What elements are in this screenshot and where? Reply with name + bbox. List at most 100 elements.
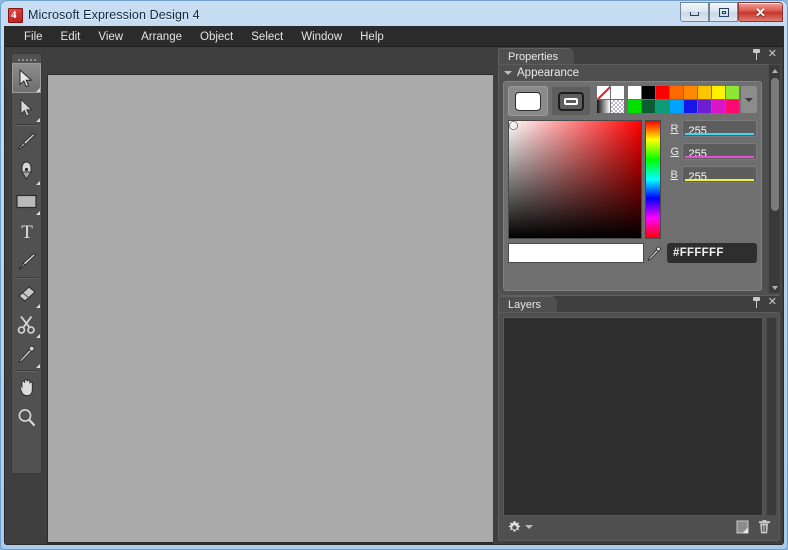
g-input[interactable]: 255 <box>682 143 757 160</box>
swatch-checker[interactable] <box>611 100 624 113</box>
b-input[interactable]: 255 <box>682 166 757 183</box>
blend-tool[interactable] <box>12 246 41 276</box>
properties-scrollbar[interactable] <box>768 64 781 294</box>
properties-panel: Properties ✕ Appearance <box>495 48 783 296</box>
color-swatch-1[interactable] <box>628 100 641 113</box>
color-swatch-15[interactable] <box>726 100 739 113</box>
close-icon[interactable]: ✕ <box>768 297 777 308</box>
eyedropper-tool[interactable] <box>12 339 41 369</box>
color-swatch-11[interactable] <box>698 100 711 113</box>
text-tool[interactable]: T <box>12 216 41 246</box>
eyedropper-button[interactable] <box>644 243 664 263</box>
delete-layer-button[interactable] <box>757 520 771 535</box>
hue-slider[interactable] <box>645 120 662 239</box>
layers-panel-controls: ✕ <box>752 297 777 308</box>
color-swatch-0[interactable] <box>628 86 641 99</box>
paintbrush-tool[interactable] <box>12 126 41 156</box>
menu-arrange[interactable]: Arrange <box>132 29 191 45</box>
properties-tab-row: Properties ✕ <box>495 48 783 64</box>
saturation-value-box[interactable] <box>508 120 642 239</box>
new-layer-button[interactable] <box>735 520 749 535</box>
menu-edit[interactable]: Edit <box>52 29 90 45</box>
menu-view[interactable]: View <box>89 29 132 45</box>
appearance-section-header[interactable]: Appearance <box>499 65 779 80</box>
pin-icon[interactable] <box>752 297 761 308</box>
pin-icon[interactable] <box>752 49 761 60</box>
application-window: 4 Microsoft Expression Design 4 ✕ File E… <box>0 0 788 550</box>
scissors-tool[interactable] <box>12 309 41 339</box>
color-preview-row: #FFFFFF <box>508 243 757 263</box>
blend-brush-icon <box>17 251 37 271</box>
chevron-down-icon <box>525 525 533 529</box>
r-label: R <box>670 123 682 135</box>
close-button[interactable]: ✕ <box>738 2 783 22</box>
fill-color-chip <box>515 92 541 111</box>
menu-select[interactable]: Select <box>242 29 292 45</box>
tab-layers[interactable]: Layers <box>498 296 557 312</box>
scrollbar-thumb[interactable] <box>771 78 779 211</box>
sv-marker[interactable] <box>510 122 517 129</box>
b-value: 255 <box>688 171 706 183</box>
minimize-icon <box>690 12 699 16</box>
hex-input[interactable]: #FFFFFF <box>667 243 757 263</box>
pan-tool[interactable] <box>12 372 41 402</box>
eyedropper-icon <box>647 246 662 261</box>
color-swatch-10[interactable] <box>698 86 711 99</box>
color-swatch-14[interactable] <box>726 86 739 99</box>
color-swatch-9[interactable] <box>684 100 697 113</box>
canvas-area[interactable] <box>43 53 493 544</box>
rgb-fields: R 255 G 255 <box>670 120 757 239</box>
zoom-tool[interactable] <box>12 402 41 432</box>
menu-help[interactable]: Help <box>351 29 393 45</box>
more-swatches-button[interactable] <box>741 86 757 113</box>
selection-tool[interactable] <box>12 63 41 93</box>
close-icon[interactable]: ✕ <box>768 49 777 60</box>
tab-properties[interactable]: Properties <box>498 48 574 64</box>
scroll-up-button[interactable] <box>769 65 780 76</box>
menu-window[interactable]: Window <box>292 29 351 45</box>
artboard[interactable] <box>47 74 493 543</box>
pen-nib-icon <box>19 161 34 181</box>
pen-tool[interactable] <box>12 156 41 186</box>
scroll-down-button[interactable] <box>769 282 780 293</box>
layers-list[interactable] <box>503 317 763 516</box>
toolbox-grip[interactable] <box>12 56 41 63</box>
appearance-label: Appearance <box>517 67 579 79</box>
menu-file[interactable]: File <box>15 29 52 45</box>
flyout-indicator <box>36 334 40 338</box>
swatch-gradient[interactable] <box>597 100 610 113</box>
eraser-tool[interactable] <box>12 279 41 309</box>
b-label: B <box>670 169 682 181</box>
fill-swatch-button[interactable] <box>508 86 548 116</box>
layers-panel: Layers ✕ <box>495 296 783 544</box>
rectangle-tool[interactable] <box>12 186 41 216</box>
color-swatch-5[interactable] <box>656 100 669 113</box>
swatch-none[interactable] <box>597 86 610 99</box>
stroke-swatch-button[interactable] <box>551 86 591 116</box>
r-input[interactable]: 255 <box>682 120 757 137</box>
layer-options-button[interactable] <box>507 520 533 535</box>
paintbrush-icon <box>17 131 37 151</box>
layers-scrollbar[interactable] <box>766 317 777 516</box>
color-swatch-7[interactable] <box>670 100 683 113</box>
chevron-down-icon <box>772 286 778 290</box>
color-swatches <box>628 86 739 116</box>
color-swatch-4[interactable] <box>656 86 669 99</box>
new-layer-icon <box>736 520 749 534</box>
color-swatch-2[interactable] <box>642 86 655 99</box>
color-swatch-13[interactable] <box>712 100 725 113</box>
right-dock: Properties ✕ Appearance <box>495 48 783 544</box>
color-swatch-6[interactable] <box>670 86 683 99</box>
color-swatch-12[interactable] <box>712 86 725 99</box>
swatch-white2[interactable] <box>611 86 624 99</box>
flyout-indicator <box>36 211 40 215</box>
maximize-button[interactable] <box>709 2 738 22</box>
magnifier-icon <box>17 408 36 427</box>
direct-selection-tool[interactable] <box>12 93 41 123</box>
special-swatches <box>597 86 624 116</box>
color-swatch-3[interactable] <box>642 100 655 113</box>
menu-object[interactable]: Object <box>191 29 242 45</box>
svg-text:T: T <box>21 222 33 241</box>
color-swatch-8[interactable] <box>684 86 697 99</box>
minimize-button[interactable] <box>680 2 709 22</box>
